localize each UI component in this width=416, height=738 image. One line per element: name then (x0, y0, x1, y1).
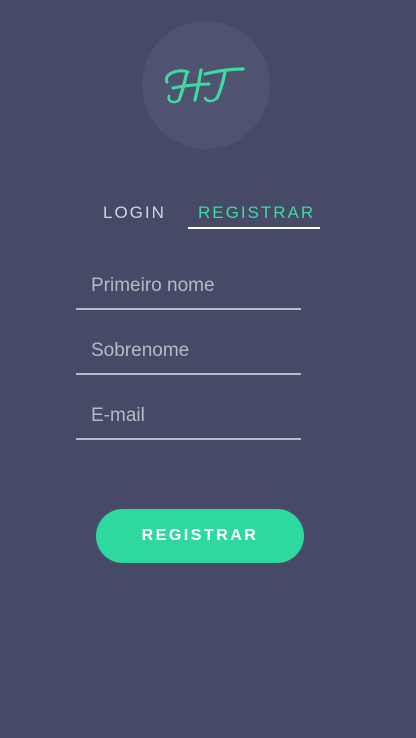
tab-login[interactable]: LOGIN (103, 200, 166, 226)
active-tab-indicator (188, 227, 320, 229)
auth-tabs: LOGIN REGISTRAR (0, 200, 416, 230)
register-button[interactable]: REGISTRAR (96, 509, 304, 563)
first-name-input[interactable] (76, 264, 301, 308)
email-field (76, 394, 301, 440)
logo (142, 21, 270, 149)
tab-register[interactable]: REGISTRAR (198, 200, 315, 226)
email-input[interactable] (76, 394, 301, 438)
logo-monogram-icon (164, 67, 245, 104)
last-name-field (76, 329, 301, 375)
logo-badge (142, 21, 270, 149)
last-name-input[interactable] (76, 329, 301, 373)
first-name-field (76, 264, 301, 310)
